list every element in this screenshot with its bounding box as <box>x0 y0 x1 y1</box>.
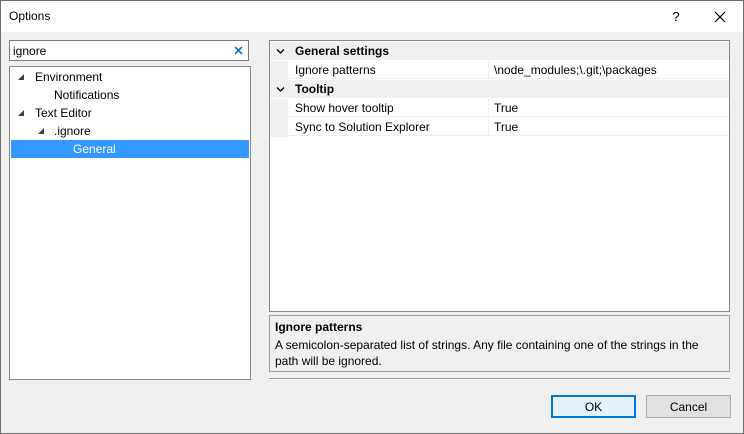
tree-item-label: Text Editor <box>35 106 92 120</box>
tree-item-label: Environment <box>35 70 103 84</box>
expanded-arrow-icon[interactable] <box>17 73 25 81</box>
tree-item-ignore[interactable]: .ignore <box>11 122 249 140</box>
property-row-sync-to-solution-explorer[interactable]: Sync to Solution Explorer True <box>270 118 729 137</box>
property-name: Sync to Solution Explorer <box>288 118 489 136</box>
property-name: Show hover tooltip <box>288 99 489 117</box>
property-grid: General settings Ignore patterns \node_m… <box>269 40 730 312</box>
help-icon: ? <box>672 9 680 24</box>
description-title: Ignore patterns <box>275 320 363 334</box>
divider <box>269 378 730 380</box>
expanded-arrow-icon[interactable] <box>17 109 25 117</box>
property-gutter <box>270 61 288 80</box>
property-name: Ignore patterns <box>288 61 489 79</box>
search-box <box>9 40 249 61</box>
property-value[interactable]: \node_modules;\.git;\packages <box>489 61 729 79</box>
tree-item-notifications[interactable]: Notifications <box>11 86 249 104</box>
tree-item-label: General <box>73 142 116 156</box>
description-panel: Ignore patterns A semicolon-separated li… <box>269 315 730 372</box>
property-row-show-hover-tooltip[interactable]: Show hover tooltip True <box>270 99 729 118</box>
property-value[interactable]: True <box>489 118 729 136</box>
clear-search-button[interactable] <box>231 43 245 57</box>
clear-icon <box>233 45 243 55</box>
property-value[interactable]: True <box>489 99 729 117</box>
description-text: A semicolon-separated list of strings. A… <box>275 338 699 368</box>
category-label: General settings <box>295 44 390 58</box>
category-general-settings[interactable]: General settings <box>270 42 729 60</box>
window-title: Options <box>9 9 51 23</box>
property-row-ignore-patterns[interactable]: Ignore patterns \node_modules;\.git;\pac… <box>270 61 729 80</box>
tree-item-environment[interactable]: Environment <box>11 68 249 86</box>
ok-button[interactable]: OK <box>551 395 636 418</box>
search-input[interactable] <box>13 42 223 59</box>
property-gutter <box>270 118 288 137</box>
tree-item-label: .ignore <box>54 124 91 138</box>
chevron-down-icon[interactable] <box>276 47 285 56</box>
close-icon <box>714 11 726 22</box>
tree-item-label: Notifications <box>54 88 120 102</box>
category-label: Tooltip <box>295 82 335 96</box>
tree-item-text-editor[interactable]: Text Editor <box>11 104 249 122</box>
cancel-button[interactable]: Cancel <box>646 395 731 418</box>
category-tooltip[interactable]: Tooltip <box>270 80 729 98</box>
tree-item-general[interactable]: General <box>11 140 249 158</box>
title-bar: Options ? <box>1 1 743 32</box>
expanded-arrow-icon[interactable] <box>37 127 45 135</box>
property-gutter <box>270 99 288 118</box>
help-button[interactable]: ? <box>654 1 698 32</box>
options-dialog: Options ? Environment Notificat <box>0 0 744 434</box>
chevron-down-icon[interactable] <box>276 85 285 94</box>
options-tree: Environment Notifications Text Editor .i… <box>9 66 251 380</box>
close-button[interactable] <box>698 1 742 32</box>
